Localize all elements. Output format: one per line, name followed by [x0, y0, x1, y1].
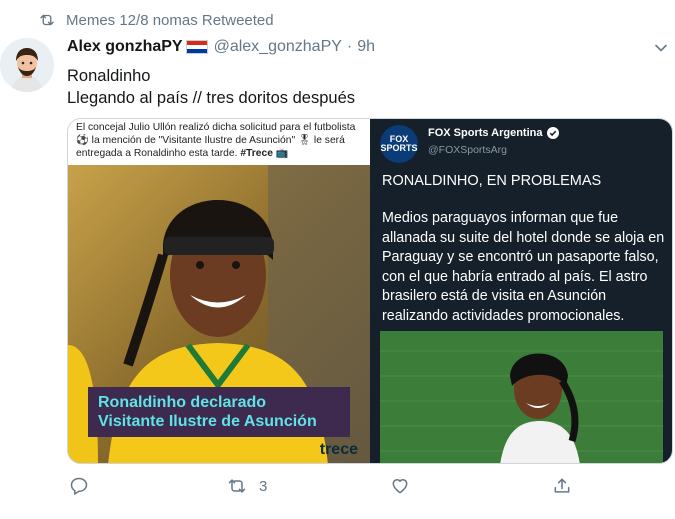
embedded-tweet-header: FOX SPORTS FOX Sports Argentina @FOXSpor… — [380, 125, 559, 163]
like-button[interactable] — [390, 476, 422, 496]
heart-icon — [392, 479, 408, 494]
share-button[interactable] — [552, 476, 584, 496]
caption-hashtag: #Trece 📺 — [240, 148, 289, 159]
trece-logo: trece — [319, 441, 358, 458]
share-icon — [554, 478, 570, 493]
badge-line2: Visitante Ilustre de Asunción — [98, 413, 317, 430]
user-handle[interactable]: @alex_gonzhaPY — [214, 38, 342, 56]
embedded-headline: RONALDINHO, EN PROBLEMAS — [382, 173, 602, 189]
fox-sports-logo: FOX SPORTS — [380, 125, 418, 163]
retweet-button[interactable]: 3 — [227, 476, 267, 496]
media-image-right[interactable]: FOX SPORTS FOX Sports Argentina @FOXSpor… — [370, 119, 672, 463]
embedded-account-handle: @FOXSportsArg — [428, 144, 507, 156]
ronaldinho-grass-photo — [380, 331, 663, 463]
media-grid: El concejal Julio Ullón realizó dicha so… — [67, 118, 673, 464]
verified-badge-icon — [546, 127, 559, 139]
avatar[interactable] — [0, 38, 54, 92]
media-caption: El concejal Julio Ullón realizó dicha so… — [76, 121, 366, 160]
retweet-label: Memes 12/8 nomas Retweeted — [66, 11, 274, 29]
media-image-left[interactable]: El concejal Julio Ullón realizó dicha so… — [68, 119, 371, 463]
tweet-actions: 3 — [67, 476, 587, 500]
retweet-context[interactable]: Memes 12/8 nomas Retweeted — [38, 11, 274, 29]
timestamp[interactable]: 9h — [357, 38, 375, 56]
reply-button[interactable] — [69, 476, 101, 496]
retweet-icon — [40, 14, 54, 26]
separator-dot: · — [346, 38, 353, 55]
embedded-account-name: FOX Sports Argentina — [428, 127, 543, 139]
tweet-text: Ronaldinho Llegando al país // tres dori… — [67, 65, 355, 109]
paraguay-flag-icon — [185, 40, 208, 54]
retweet-count: 3 — [259, 477, 268, 495]
embedded-body: Medios paraguayos informan que fue allan… — [382, 210, 665, 324]
badge-line1: Ronaldinho declarado — [98, 394, 267, 411]
tweet-header: Alex gonzhaPY @alex_gonzhaPY · 9h — [67, 38, 375, 56]
title-badge: Ronaldinho declarado Visitante Ilustre d… — [88, 387, 350, 437]
retweet-action-icon — [228, 479, 246, 493]
tweet-text-line2: Llegando al país // tres doritos después — [67, 89, 356, 107]
caption-text: El concejal Julio Ullón realizó dicha so… — [76, 122, 356, 159]
tweet-text-line1: Ronaldinho — [67, 67, 151, 85]
display-name[interactable]: Alex gonzhaPY — [67, 38, 183, 56]
chevron-down-icon[interactable] — [653, 40, 669, 56]
reply-icon — [70, 477, 88, 496]
